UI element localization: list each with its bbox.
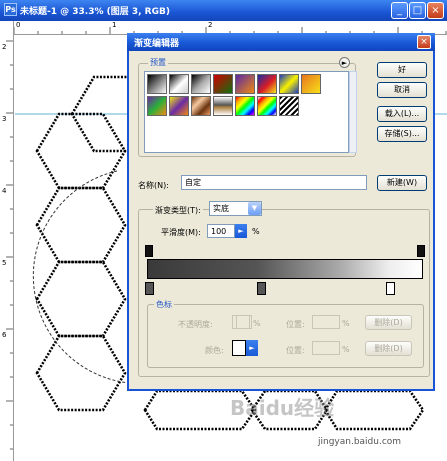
cancel-button[interactable]: 取消 xyxy=(377,82,427,98)
baidu-watermark: Baidu经验 xyxy=(230,396,335,420)
name-input[interactable]: 自定 xyxy=(181,175,367,190)
opacity-delete-button[interactable]: 删除(D) xyxy=(365,315,412,330)
smoothness-label: 平滑度(M): xyxy=(161,228,201,237)
opacity-location-label: 位置: xyxy=(286,320,305,329)
transparent-rainbow-gradient-icon[interactable] xyxy=(257,96,277,116)
opacity-stop-right-icon[interactable] xyxy=(417,245,425,257)
name-label: 名称(N): xyxy=(138,181,169,190)
color-stops-group xyxy=(147,304,424,368)
gradient-type-value: 实底 xyxy=(213,204,229,213)
opacity-stop-left-icon[interactable] xyxy=(145,245,153,257)
color-stop-icon[interactable] xyxy=(257,282,266,295)
gradient-type-label: 渐变类型(T): xyxy=(153,205,203,216)
ruler-left-label: 4 xyxy=(2,187,7,195)
color-stop-icon[interactable] xyxy=(386,282,395,295)
opacity-label: 不透明度: xyxy=(178,320,213,329)
color-swatch[interactable] xyxy=(232,340,246,356)
blue-yellow-blue-gradient-icon[interactable] xyxy=(279,74,299,94)
color-stop-icon[interactable] xyxy=(145,282,154,295)
ruler-top-label: 0 xyxy=(16,21,21,29)
opacity-unit: % xyxy=(253,319,261,328)
violet-orange-gradient-icon[interactable] xyxy=(235,74,255,94)
ruler-left-label: 6 xyxy=(2,331,7,339)
presets-label: 预置 xyxy=(148,57,168,68)
color-location-input[interactable] xyxy=(312,341,340,355)
chrome-gradient-icon[interactable] xyxy=(213,96,233,116)
orange-yellow-gradient-icon[interactable] xyxy=(301,74,321,94)
smoothness-arrow-icon[interactable]: ► xyxy=(235,224,247,238)
copper-gradient-icon[interactable] xyxy=(191,96,211,116)
chevron-down-icon[interactable]: ▼ xyxy=(248,202,261,215)
ok-button[interactable]: 好 xyxy=(377,62,427,78)
dialog-close-button[interactable]: × xyxy=(417,35,431,49)
color-label: 颜色: xyxy=(205,346,224,355)
black-white-gradient-icon[interactable] xyxy=(147,74,167,94)
gradient-preview-bar[interactable] xyxy=(147,259,423,279)
blue-red-yellow-gradient-icon[interactable] xyxy=(257,74,277,94)
presets-scrollbar[interactable] xyxy=(349,71,357,153)
smoothness-unit: % xyxy=(252,227,260,236)
ruler-left: 2 3 4 5 6 xyxy=(0,21,14,461)
smoothness-input[interactable]: 100 xyxy=(207,224,235,238)
dialog-title: 渐变编辑器 xyxy=(134,39,180,49)
transparent-gradient-icon[interactable] xyxy=(169,74,189,94)
color-arrow-icon[interactable]: ► xyxy=(246,340,258,356)
ruler-top-label: 1 xyxy=(112,21,117,29)
watermark-url: jingyan.baidu.com xyxy=(318,437,402,447)
maximize-button[interactable]: □ xyxy=(409,2,426,19)
load-button[interactable]: 载入(L)... xyxy=(377,106,427,122)
black-to-transparent-gradient-icon[interactable] xyxy=(191,74,211,94)
spectrum-gradient-icon[interactable] xyxy=(235,96,255,116)
transparent-stripes-gradient-icon[interactable] xyxy=(279,96,299,116)
red-green-gradient-icon[interactable] xyxy=(213,74,233,94)
ruler-left-label: 2 xyxy=(2,43,7,51)
minimize-button[interactable]: _ xyxy=(391,2,408,19)
close-button[interactable]: × xyxy=(427,2,444,19)
ruler-top-label: 2 xyxy=(208,21,213,29)
color-delete-button[interactable]: 删除(D) xyxy=(365,341,412,356)
save-button[interactable]: 存储(S)... xyxy=(377,126,427,142)
color-stops-label: 色标 xyxy=(154,299,174,310)
photoshop-icon: Ps xyxy=(4,3,17,16)
violet-green-orange-gradient-icon[interactable] xyxy=(147,96,167,116)
ruler-left-label: 5 xyxy=(2,259,7,267)
ruler-left-label: 3 xyxy=(2,115,7,123)
opacity-location-input[interactable] xyxy=(312,315,340,329)
new-button[interactable]: 新建(W) xyxy=(377,175,427,191)
yellow-violet-orange-gradient-icon[interactable] xyxy=(169,96,189,116)
document-title: 未标题-1 @ 33.3% (图层 3, RGB) xyxy=(20,7,170,17)
presets-menu-button[interactable]: ► xyxy=(339,57,350,68)
color-location-unit: % xyxy=(342,345,350,354)
opacity-arrow-icon[interactable] xyxy=(236,315,250,329)
opacity-location-unit: % xyxy=(342,319,350,328)
color-location-label: 位置: xyxy=(286,346,305,355)
